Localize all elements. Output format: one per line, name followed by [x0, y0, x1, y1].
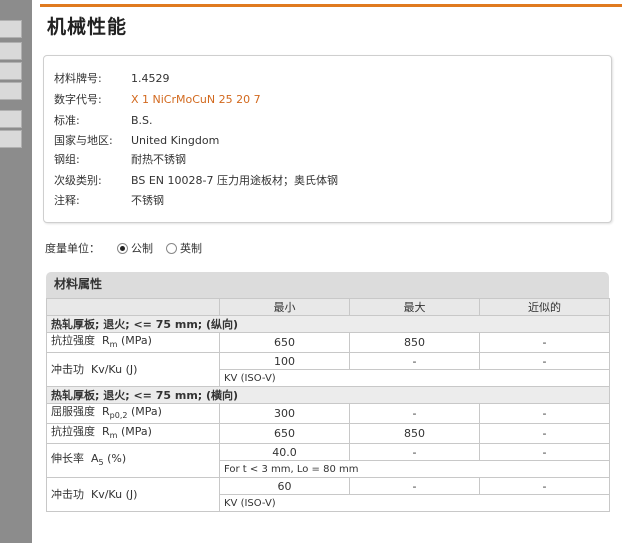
table-row: 屈服强度 Rp0,2 (MPa) 300 - -: [46, 403, 610, 424]
radio-metric[interactable]: [117, 243, 128, 254]
cell-min: 650: [219, 332, 350, 353]
column-header-min: 最小: [219, 298, 350, 316]
info-value: BS EN 10028-7 压力用途板材；奥氏体钢: [131, 174, 338, 187]
cell-max: -: [349, 403, 480, 424]
property-name: 冲击功 Kv/Ku (J): [46, 352, 220, 387]
table-header-row: 最小 最大 近似的: [46, 298, 610, 316]
cell-max: 850: [349, 332, 480, 353]
cell-max: -: [349, 352, 480, 370]
main-content: 机械性能 材料牌号: 1.4529 数字代号: X 1 NiCrMoCuN 25…: [32, 0, 622, 543]
info-label: 国家与地区:: [54, 134, 113, 147]
radio-metric-label[interactable]: 公制: [131, 240, 153, 258]
cell-approx: -: [479, 332, 610, 353]
cell-max: -: [349, 443, 480, 461]
column-header-approx: 近似的: [479, 298, 610, 316]
group-title: 热轧厚板; 退火; <= 75 mm; (纵向): [46, 315, 610, 333]
cell-approx: -: [479, 352, 610, 370]
page-title: 机械性能: [47, 16, 128, 38]
property-name: 伸长率 A5 (%): [46, 443, 220, 478]
column-header-name: [46, 298, 220, 316]
cell-min: 650: [219, 423, 350, 444]
radio-imperial-label[interactable]: 英制: [180, 240, 202, 258]
table-row: 抗拉强度 Rm (MPa) 650 850 -: [46, 332, 610, 353]
property-name: 抗拉强度 Rm (MPa): [46, 423, 220, 444]
cell-min: 40.0: [219, 443, 350, 461]
cell-approx: -: [479, 477, 610, 495]
unit-selector-label: 度量单位：: [45, 242, 100, 255]
info-label: 材料牌号:: [54, 72, 102, 85]
info-value: United Kingdom: [131, 134, 220, 147]
info-label: 钢组:: [54, 153, 80, 166]
info-label: 注释:: [54, 194, 80, 207]
radio-imperial[interactable]: [166, 243, 177, 254]
group-row: 热轧厚板; 退火; <= 75 mm; (纵向): [46, 315, 610, 333]
info-label: 数字代号:: [54, 93, 102, 106]
properties-table: 最小 最大 近似的 热轧厚板; 退火; <= 75 mm; (纵向) 抗拉强度 …: [46, 298, 610, 512]
sidebar-tab[interactable]: [0, 82, 22, 100]
info-label: 次级类别:: [54, 174, 102, 187]
info-value: 1.4529: [131, 72, 170, 85]
column-header-max: 最大: [349, 298, 480, 316]
material-info-box: 材料牌号: 1.4529 数字代号: X 1 NiCrMoCuN 25 20 7…: [43, 55, 612, 223]
property-name: 抗拉强度 Rm (MPa): [46, 332, 220, 353]
table-row: 冲击功 Kv/Ku (J) 100 - -: [46, 352, 610, 387]
info-value: X 1 NiCrMoCuN 25 20 7: [131, 93, 261, 106]
left-sidebar: [0, 0, 32, 543]
cell-note: For t < 3 mm, Lo = 80 mm: [219, 460, 610, 478]
cell-approx: -: [479, 403, 610, 424]
property-name: 屈服强度 Rp0,2 (MPa): [46, 403, 220, 424]
cell-note: KV (ISO-V): [219, 494, 610, 512]
info-value: B.S.: [131, 114, 153, 127]
property-name: 冲击功 Kv/Ku (J): [46, 477, 220, 512]
cell-approx: -: [479, 423, 610, 444]
cell-approx: -: [479, 443, 610, 461]
info-value: 耐热不锈钢: [131, 153, 186, 166]
sidebar-tab[interactable]: [0, 110, 22, 128]
table-row: 冲击功 Kv/Ku (J) 60 - -: [46, 477, 610, 512]
sidebar-tab[interactable]: [0, 130, 22, 148]
properties-header: 材料属性: [46, 272, 609, 298]
table-row: 抗拉强度 Rm (MPa) 650 850 -: [46, 423, 610, 444]
group-row: 热轧厚板; 退火; <= 75 mm; (横向): [46, 386, 610, 404]
cell-min: 60: [219, 477, 350, 495]
table-row: 伸长率 A5 (%) 40.0 - -: [46, 443, 610, 478]
cell-min: 100: [219, 352, 350, 370]
cell-max: 850: [349, 423, 480, 444]
group-title: 热轧厚板; 退火; <= 75 mm; (横向): [46, 386, 610, 404]
accent-rule: [40, 4, 622, 7]
cell-min: 300: [219, 403, 350, 424]
sidebar-tab[interactable]: [0, 20, 22, 38]
cell-max: -: [349, 477, 480, 495]
info-value: 不锈钢: [131, 194, 164, 207]
cell-note: KV (ISO-V): [219, 369, 610, 387]
sidebar-tab[interactable]: [0, 62, 22, 80]
info-label: 标准:: [54, 114, 80, 127]
sidebar-tab[interactable]: [0, 42, 22, 60]
